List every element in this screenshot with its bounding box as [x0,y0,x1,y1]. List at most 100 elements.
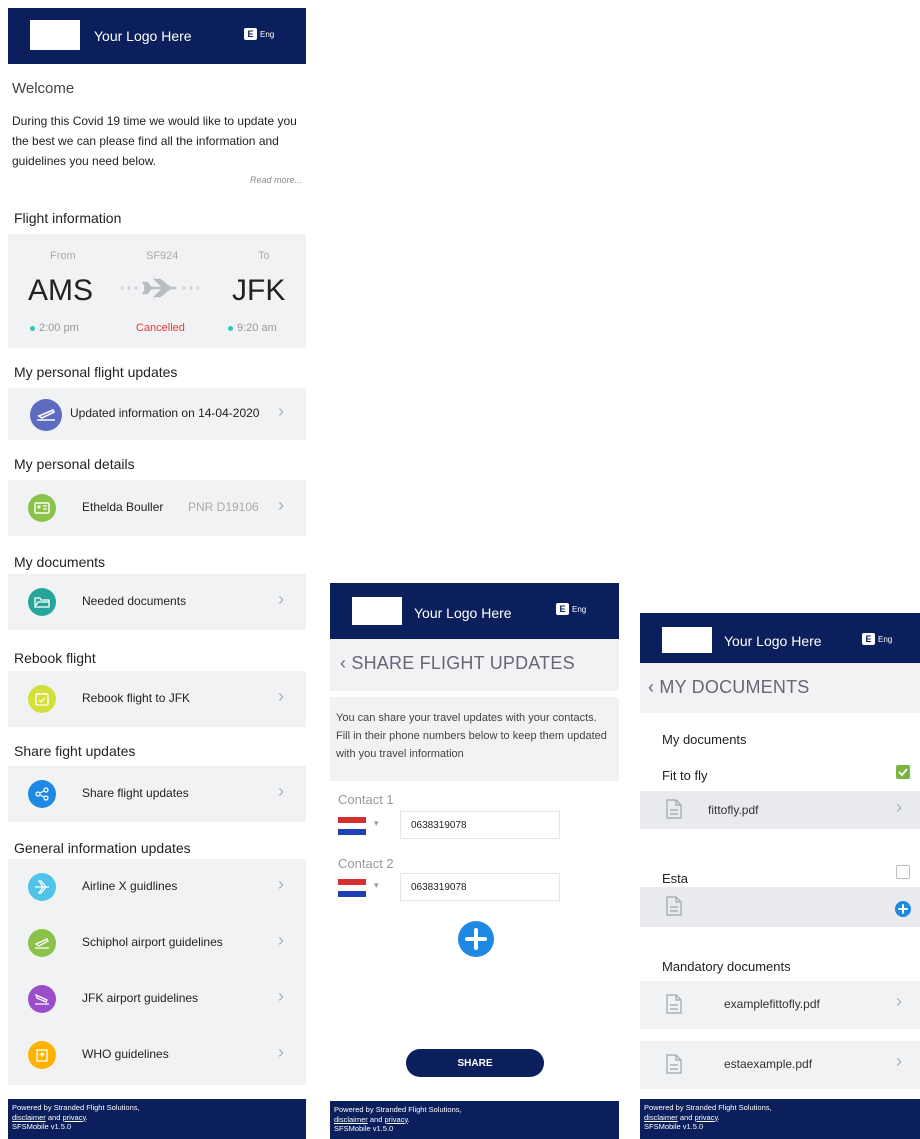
language-label: Eng [260,29,275,39]
chevron-right-icon: › [278,589,284,609]
flight-updates-label: Updated information on 14-04-2020 [70,406,260,420]
add-contact-button[interactable] [458,921,494,957]
esta-label: Esta [662,871,689,886]
document-icon [666,994,682,1019]
mandatory-file-row[interactable]: estaexample.pdf › [640,1041,920,1089]
chevron-right-icon: › [278,1042,284,1062]
country-select[interactable]: ▾ [338,815,392,835]
logo-placeholder [352,597,402,625]
footer-version: SFSMobile v1.5.0 [334,1124,394,1133]
flight-card[interactable]: From SF924 To AMS JFK 2:00 pm Cancelled … [8,234,306,348]
logo-text: Your Logo Here [94,28,192,44]
footer-powered-by: Powered by Stranded Flight Solutions, [12,1103,140,1112]
share-intro-box: You can share your travel updates with y… [330,697,619,781]
takeoff-icon [28,929,56,957]
privacy-link[interactable]: privacy [694,1113,717,1122]
share-label: Share flight updates [82,786,189,800]
to-label: To [258,250,270,262]
chevron-left-icon: ‹ [340,653,352,673]
documents-label: Needed documents [82,594,187,608]
back-navigation[interactable]: ‹ MY DOCUMENTS [640,663,920,713]
passenger-name: Ethelda Bouller [82,500,164,514]
to-airport-code: JFK [232,274,286,307]
rebook-row[interactable]: Rebook flight to JFK › [8,671,306,727]
airplane-icon [120,278,200,298]
app-header: Your Logo Here E Eng [330,583,619,639]
general-item-schiphol[interactable]: Schiphol airport guidelines › [8,915,306,971]
hospital-icon [28,1041,56,1069]
fit-to-fly-label: Fit to fly [662,768,708,783]
share-row[interactable]: Share flight updates › [8,766,306,822]
logo-text: Your Logo Here [414,605,512,621]
footer-links: disclaimer and privacy. [334,1114,410,1124]
privacy-link[interactable]: privacy [384,1115,407,1124]
general-item-airline[interactable]: Airline X guidlines › [8,859,306,915]
footer-version: SFSMobile v1.5.0 [644,1122,704,1131]
chevron-right-icon: › [278,874,284,894]
home-screen: Your Logo Here E Eng Welcome During this… [8,8,306,1139]
phone-input[interactable]: 0638319078 [400,873,560,901]
welcome-text: During this Covid 19 time we would like … [12,114,297,168]
esta-file-row[interactable] [640,887,920,927]
document-icon [666,1054,682,1079]
file-name: examplefittofly.pdf [724,997,820,1011]
check-icon [898,768,908,777]
general-item-label: WHO guidelines [82,1047,169,1061]
file-name: fittofly.pdf [708,803,759,817]
chevron-right-icon: › [896,1051,902,1071]
from-airport-code: AMS [28,274,94,307]
documents-row[interactable]: Needed documents › [8,574,306,630]
netherlands-flag-icon [338,879,366,897]
translate-icon: E [244,28,257,40]
contact-label: Contact 1 [338,792,394,807]
language-switch[interactable]: E Eng [862,633,892,645]
language-switch[interactable]: E Eng [244,28,274,40]
plus-icon [898,904,908,914]
language-label: Eng [878,634,893,644]
general-item-who[interactable]: WHO guidelines › [8,1027,306,1083]
chevron-right-icon: › [278,401,284,421]
app-header: Your Logo Here E Eng [8,8,306,64]
plus-icon [465,928,487,950]
footer-powered-by: Powered by Stranded Flight Solutions, [644,1103,772,1112]
chevron-right-icon: › [278,686,284,706]
general-item-label: JFK airport guidelines [82,991,199,1005]
folder-icon [28,588,56,616]
chevron-down-icon: ▾ [374,880,379,890]
general-info-list: Airline X guidlines › Schiphol airport g… [8,859,306,1085]
read-more-link[interactable]: Read more... [250,175,302,185]
disclaimer-link[interactable]: disclaimer [644,1113,678,1122]
disclaimer-link[interactable]: disclaimer [334,1115,368,1124]
mandatory-file-row[interactable]: examplefittofly.pdf › [640,981,920,1029]
page-title: ‹ SHARE FLIGHT UPDATES [340,653,575,673]
language-switch[interactable]: E Eng [556,603,586,615]
rebook-title: Rebook flight [14,650,96,666]
share-button[interactable]: SHARE [406,1049,544,1077]
file-name: estaexample.pdf [724,1057,813,1071]
general-item-jfk[interactable]: JFK airport guidelines › [8,971,306,1027]
flight-info-title: Flight information [14,210,122,226]
disclaimer-link[interactable]: disclaimer [12,1113,46,1122]
phone-input[interactable]: 0638319078 [400,811,560,839]
takeoff-icon [30,399,62,431]
share-icon [28,780,56,808]
add-file-button[interactable] [895,901,911,917]
footer-links: disclaimer and privacy. [644,1112,720,1122]
fit-to-fly-file-row[interactable]: fittofly.pdf › [640,791,920,829]
chevron-left-icon: ‹ [648,677,660,697]
esta-checkbox[interactable] [896,865,910,879]
flight-updates-title: My personal flight updates [14,364,178,380]
share-title: Share fight updates [14,743,136,759]
logo-placeholder [30,20,80,50]
from-label: From [50,250,76,262]
id-card-icon [28,494,56,522]
country-select[interactable]: ▾ [338,877,392,897]
flight-updates-row[interactable]: Updated information on 14-04-2020 › [8,388,306,440]
privacy-link[interactable]: privacy [62,1113,85,1122]
personal-details-title: My personal details [14,456,135,472]
share-screen: Your Logo Here E Eng ‹ SHARE FLIGHT UPDA… [330,583,619,1139]
personal-details-row[interactable]: Ethelda Bouller PNR D19106 › [8,480,306,536]
fit-to-fly-checkbox[interactable] [896,765,910,779]
general-item-label: Schiphol airport guidelines [82,935,223,949]
back-navigation[interactable]: ‹ SHARE FLIGHT UPDATES [330,639,619,691]
